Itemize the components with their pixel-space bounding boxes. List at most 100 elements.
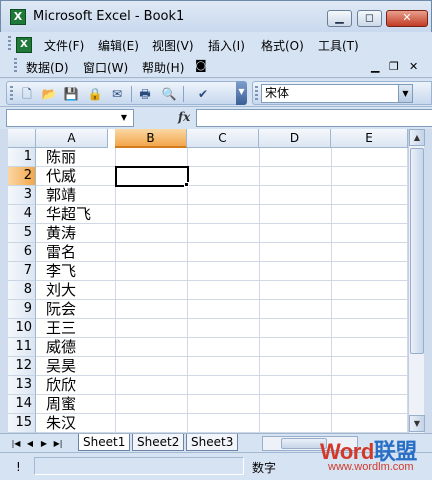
row-header-5[interactable]: 5 — [8, 224, 36, 243]
cell-a7[interactable]: 李飞 — [46, 262, 76, 281]
font-name-select[interactable]: 宋体 ▼ — [261, 84, 413, 103]
gridline — [36, 166, 408, 167]
menu-tools[interactable]: 工具(T) — [318, 37, 359, 54]
row-header-3[interactable]: 3 — [8, 186, 36, 205]
worksheet-grid[interactable]: A B C D E 1 陈丽 2 代威 3 郭靖 4 华超飞 5 黄涛 6 雷名 7 李飞 8 刘大 9 阮会 10… — [8, 129, 408, 433]
menu-data[interactable]: 数据(D) — [26, 59, 69, 76]
print-preview-icon[interactable]: 🔍 — [161, 86, 177, 102]
column-header-d[interactable]: D — [259, 129, 331, 148]
column-header-e[interactable]: E — [331, 129, 408, 148]
doc-minimize-button[interactable]: ▁ — [371, 60, 379, 73]
spelling-icon[interactable]: ✔ — [195, 86, 211, 102]
column-header-b[interactable]: B — [115, 129, 187, 148]
save-icon[interactable]: 💾 — [63, 86, 79, 102]
row-header-1[interactable]: 1 — [8, 148, 36, 167]
select-all-corner[interactable] — [8, 129, 36, 148]
row-header-2[interactable]: 2 — [8, 167, 36, 186]
tab-sheet1[interactable]: Sheet1 — [78, 434, 131, 451]
open-icon[interactable]: 📂 — [41, 86, 57, 102]
menu-window[interactable]: 窗口(W) — [83, 59, 128, 76]
print-icon[interactable]: 🖶 — [137, 86, 153, 102]
cell-a8[interactable]: 刘大 — [46, 281, 76, 300]
cell-a5[interactable]: 黄涛 — [46, 224, 76, 243]
row-header-7[interactable]: 7 — [8, 262, 36, 281]
excel-icon[interactable]: X — [10, 9, 26, 25]
gridline — [36, 394, 408, 395]
row-header-4[interactable]: 4 — [8, 205, 36, 224]
doc-close-button[interactable]: ✕ — [409, 60, 418, 73]
menu-file[interactable]: 文件(F) — [44, 37, 84, 54]
chevron-down-icon[interactable]: ▼ — [117, 110, 131, 126]
cell-a3[interactable]: 郭靖 — [46, 186, 76, 205]
cell-a15[interactable]: 朱汉 — [46, 414, 76, 433]
gridline — [187, 148, 188, 433]
restore-button[interactable]: ◻ — [357, 10, 382, 27]
cell-a10[interactable]: 王三 — [46, 319, 76, 338]
formula-input[interactable] — [196, 109, 432, 127]
menu-edit[interactable]: 编辑(E) — [98, 37, 139, 54]
column-header-a[interactable]: A — [36, 129, 108, 148]
row-header-12[interactable]: 12 — [8, 357, 36, 376]
next-sheet-icon[interactable]: ▶ — [38, 437, 50, 450]
menu-format[interactable]: 格式(O) — [261, 37, 304, 54]
cell-a13[interactable]: 欣欣 — [46, 376, 76, 395]
row-header-8[interactable]: 8 — [8, 281, 36, 300]
row-header-9[interactable]: 9 — [8, 300, 36, 319]
menu-insert[interactable]: 插入(I) — [208, 37, 245, 54]
vertical-scroll-thumb[interactable] — [410, 148, 424, 354]
scroll-down-icon[interactable]: ▼ — [409, 415, 425, 432]
new-icon[interactable]: 🗋 — [19, 86, 35, 102]
menu-grip-2[interactable] — [14, 58, 17, 74]
tab-sheet3[interactable]: Sheet3 — [186, 434, 239, 451]
menu-grip[interactable] — [8, 36, 11, 52]
formatting-grip[interactable] — [255, 86, 258, 102]
menu-view[interactable]: 视图(V) — [152, 37, 194, 54]
tab-sheet2[interactable]: Sheet2 — [132, 434, 185, 451]
close-button[interactable]: ✕ — [386, 10, 428, 27]
first-sheet-icon[interactable]: |◀ — [10, 437, 22, 450]
column-header-c[interactable]: C — [187, 129, 259, 148]
cell-a11[interactable]: 威德 — [46, 338, 76, 357]
cell-a9[interactable]: 阮会 — [46, 300, 76, 319]
gridline — [36, 242, 408, 243]
row-header-13[interactable]: 13 — [8, 376, 36, 395]
row-header-6[interactable]: 6 — [8, 243, 36, 262]
status-pane — [34, 457, 244, 475]
name-box[interactable]: ▼ — [6, 109, 134, 127]
cell-a2[interactable]: 代威 — [46, 167, 76, 186]
active-cell-b2[interactable] — [115, 166, 189, 187]
menu-help[interactable]: 帮助(H) — [142, 59, 184, 76]
email-icon[interactable]: ✉ — [109, 86, 125, 102]
gridline — [36, 337, 408, 338]
cell-a12[interactable]: 吴昊 — [46, 357, 76, 376]
row-header-11[interactable]: 11 — [8, 338, 36, 357]
cell-a4[interactable]: 华超飞 — [46, 205, 91, 224]
cell-a6[interactable]: 雷名 — [46, 243, 76, 262]
fill-handle[interactable] — [184, 182, 189, 187]
row-header-15[interactable]: 15 — [8, 414, 36, 433]
menu-bar: X 文件(F) 编辑(E) 视图(V) 插入(I) 格式(O) 工具(T) 数据… — [0, 32, 432, 78]
insert-function-icon[interactable]: fx — [178, 110, 190, 124]
gridline — [36, 356, 408, 357]
row-header-10[interactable]: 10 — [8, 319, 36, 338]
camera-icon[interactable]: ◙ — [195, 58, 207, 72]
gridline — [36, 318, 408, 319]
cell-a1[interactable]: 陈丽 — [46, 148, 76, 167]
row-header-14[interactable]: 14 — [8, 395, 36, 414]
vertical-scrollbar[interactable]: ▲ ▼ — [408, 129, 425, 433]
minimize-button[interactable]: ▁ — [327, 10, 352, 27]
last-sheet-icon[interactable]: ▶| — [52, 437, 64, 450]
permission-icon[interactable]: 🔒 — [87, 86, 103, 102]
scroll-up-icon[interactable]: ▲ — [409, 129, 425, 146]
prev-sheet-icon[interactable]: ◀ — [24, 437, 36, 450]
toolbar-options-chevron-icon[interactable]: ▼ — [236, 81, 247, 105]
gridline — [115, 148, 116, 433]
chevron-down-icon[interactable]: ▼ — [398, 85, 412, 102]
toolbar-grip[interactable] — [10, 86, 13, 102]
cell-a14[interactable]: 周蜜 — [46, 395, 76, 414]
workbook-icon[interactable]: X — [16, 37, 32, 53]
font-name-value: 宋体 — [265, 86, 290, 100]
status-mode: 数字 — [252, 461, 277, 475]
gridline — [36, 299, 408, 300]
doc-restore-button[interactable]: ❐ — [389, 60, 399, 73]
